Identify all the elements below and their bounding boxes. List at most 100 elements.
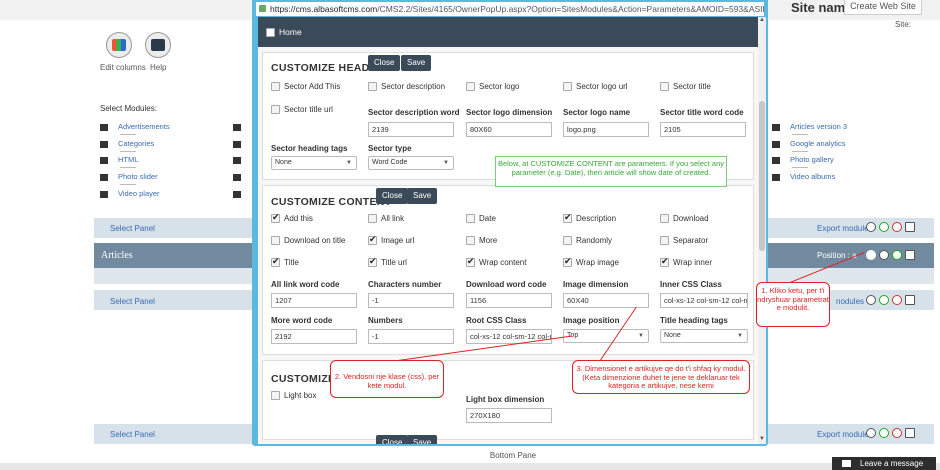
checkbox-wrap-inner[interactable]: Wrap inner bbox=[660, 256, 712, 267]
check-icon[interactable] bbox=[879, 428, 889, 438]
download-word-code-input[interactable]: 1156 bbox=[466, 293, 552, 308]
module-icon-col[interactable] bbox=[233, 122, 251, 131]
checkbox-sector-title[interactable]: Sector title bbox=[660, 82, 711, 91]
export-modules-link[interactable]: Export modules bbox=[817, 430, 873, 439]
image-dimension-input[interactable]: 60X40 bbox=[563, 293, 649, 308]
checkbox-download[interactable]: Download bbox=[660, 214, 709, 223]
save-button[interactable]: Save bbox=[407, 188, 438, 204]
sector-logo-name-input[interactable]: logo.png bbox=[563, 122, 649, 137]
create-web-site-button[interactable]: Create Web Site bbox=[844, 0, 922, 15]
checkbox-icon[interactable] bbox=[271, 256, 280, 267]
select-panel-link[interactable]: Select Panel bbox=[110, 224, 155, 233]
minus-icon[interactable] bbox=[892, 222, 902, 232]
module-item[interactable]: Articles version 3 bbox=[772, 122, 847, 131]
save-button[interactable]: Save bbox=[407, 435, 438, 444]
checkbox-icon[interactable] bbox=[563, 82, 572, 91]
more-word-code-input[interactable]: 2192 bbox=[271, 329, 357, 344]
checkbox-icon[interactable] bbox=[368, 256, 377, 267]
module-icon-col[interactable] bbox=[233, 155, 251, 164]
checkbox-title-url[interactable]: Title url bbox=[368, 256, 407, 267]
checkbox-image-url[interactable]: Image url bbox=[368, 234, 414, 245]
module-icon-col[interactable] bbox=[233, 139, 251, 148]
checkbox-randomly[interactable]: Randomly bbox=[563, 236, 612, 245]
checkbox-icon[interactable] bbox=[466, 82, 475, 91]
info-icon[interactable] bbox=[866, 295, 876, 305]
checkbox-icon[interactable] bbox=[660, 236, 669, 245]
module-item[interactable]: Photo slider bbox=[100, 172, 158, 181]
characters-number-input[interactable]: -1 bbox=[368, 293, 454, 308]
checkbox-download-on-title[interactable]: Download on title bbox=[271, 236, 345, 245]
scroll-down-icon[interactable]: ▼ bbox=[758, 436, 766, 444]
root-css-class-input[interactable]: col-xs-12 col-sm-12 col-md- bbox=[466, 329, 552, 344]
close-button[interactable]: Close bbox=[368, 55, 401, 71]
module-item[interactable]: Video albums bbox=[772, 172, 835, 181]
module-item[interactable]: Google analytics bbox=[772, 139, 845, 148]
checkbox-sector-description[interactable]: Sector description bbox=[368, 82, 445, 91]
checkbox-description[interactable]: Description bbox=[563, 212, 616, 223]
checkbox-all-link[interactable]: All link bbox=[368, 214, 404, 223]
module-icon-col[interactable] bbox=[233, 172, 251, 181]
checkbox-icon[interactable] bbox=[271, 82, 280, 91]
info-icon[interactable] bbox=[866, 222, 876, 232]
checkbox-date[interactable]: Date bbox=[466, 214, 496, 223]
numbers-input[interactable]: -1 bbox=[368, 329, 454, 344]
light-box-dimension-input[interactable]: 270X180 bbox=[466, 408, 552, 423]
checkbox-icon[interactable] bbox=[368, 214, 377, 223]
module-item[interactable]: Video player bbox=[100, 189, 160, 198]
checkbox-icon[interactable] bbox=[563, 212, 572, 223]
checkbox-icon[interactable] bbox=[660, 82, 669, 91]
inner-css-class-input[interactable]: col-xs-12 col-sm-12 col-md- bbox=[660, 293, 748, 308]
select-panel-link[interactable]: Select Panel bbox=[110, 297, 155, 306]
edit-columns-button[interactable] bbox=[106, 32, 132, 58]
export-modules-link[interactable]: Export modules bbox=[817, 224, 873, 233]
module-item[interactable]: Advertisements bbox=[100, 122, 170, 131]
leave-message-button[interactable]: Leave a message bbox=[832, 457, 936, 470]
checkbox-title[interactable]: Title bbox=[271, 256, 299, 267]
checkbox-sector-logo-url[interactable]: Sector logo url bbox=[563, 82, 628, 91]
checkbox-icon[interactable] bbox=[660, 214, 669, 223]
sector-description-word-input[interactable]: 2139 bbox=[368, 122, 454, 137]
checkbox-icon[interactable] bbox=[271, 236, 280, 245]
check-icon[interactable] bbox=[879, 222, 889, 232]
all-link-word-code-input[interactable]: 1207 bbox=[271, 293, 357, 308]
module-icon-col[interactable] bbox=[233, 189, 251, 198]
checkbox-icon[interactable] bbox=[368, 234, 377, 245]
sector-logo-dimension-input[interactable]: 80X60 bbox=[466, 122, 552, 137]
url-bar[interactable]: https://cms.albasoftcms.com/CMS2.2/Sites… bbox=[256, 2, 764, 16]
checkbox-icon[interactable] bbox=[905, 295, 915, 305]
info-icon[interactable] bbox=[879, 250, 889, 260]
checkbox-separator[interactable]: Separator bbox=[660, 236, 708, 245]
close-button[interactable]: Close bbox=[376, 435, 409, 444]
checkbox-sector-title-url[interactable]: Sector title url bbox=[271, 105, 333, 114]
checkbox-icon[interactable] bbox=[660, 256, 669, 267]
select-panel-link[interactable]: Select Panel bbox=[110, 430, 155, 439]
edit-icon[interactable] bbox=[866, 250, 876, 260]
image-position-select[interactable]: Top ▼ bbox=[563, 329, 649, 343]
sector-title-word-code-input[interactable]: 2105 bbox=[660, 122, 746, 137]
checkbox-icon[interactable] bbox=[466, 214, 475, 223]
checkbox-icon[interactable] bbox=[368, 82, 377, 91]
checkbox-icon[interactable] bbox=[271, 105, 280, 114]
checkbox-wrap-content[interactable]: Wrap content bbox=[466, 256, 526, 267]
help-button[interactable] bbox=[145, 32, 171, 58]
module-item[interactable]: Photo gallery bbox=[772, 155, 834, 164]
checkbox-icon[interactable] bbox=[466, 256, 475, 267]
checkbox-more[interactable]: More bbox=[466, 236, 497, 245]
minus-icon[interactable] bbox=[892, 295, 902, 305]
sector-type-select[interactable]: Word Code ▼ bbox=[368, 156, 454, 170]
close-button[interactable]: Close bbox=[376, 188, 409, 204]
checkbox-sector-add-this[interactable]: Sector Add This bbox=[271, 82, 340, 91]
module-item[interactable]: HTML bbox=[100, 155, 138, 164]
checkbox-icon[interactable] bbox=[905, 250, 915, 260]
checkbox-light-box[interactable]: Light box bbox=[271, 391, 316, 400]
checkbox-icon[interactable] bbox=[266, 27, 275, 37]
checkbox-icon[interactable] bbox=[563, 236, 572, 245]
check-icon[interactable] bbox=[879, 295, 889, 305]
title-heading-tags-select[interactable]: None ▼ bbox=[660, 329, 748, 343]
checkbox-icon[interactable] bbox=[563, 256, 572, 267]
checkbox-icon[interactable] bbox=[905, 222, 915, 232]
checkbox-wrap-image[interactable]: Wrap image bbox=[563, 256, 619, 267]
checkbox-icon[interactable] bbox=[271, 391, 280, 400]
check-icon[interactable] bbox=[892, 250, 902, 260]
scroll-thumb[interactable] bbox=[759, 101, 765, 251]
